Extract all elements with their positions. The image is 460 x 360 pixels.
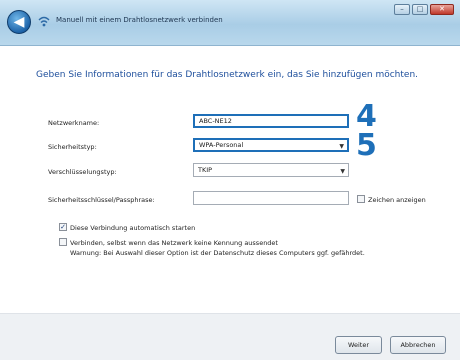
- security-type-value: WPA-Personal: [199, 141, 244, 149]
- dialog-footer: Weiter Abbrechen: [0, 313, 460, 360]
- network-name-input[interactable]: ABC-NE12: [193, 114, 349, 128]
- chevron-down-icon: ▼: [339, 143, 344, 150]
- wireless-network-icon: [38, 16, 50, 27]
- connect-hidden-checkbox[interactable]: [59, 238, 67, 246]
- window-title: Manuell mit einem Drahtlosnetzwerk verbi…: [56, 16, 223, 24]
- security-key-label: Sicherheitsschlüssel/Passphrase:: [48, 196, 155, 204]
- step-5-annotation: 5: [356, 128, 377, 163]
- title-bar: ◀ Manuell mit einem Drahtlosnetzwerk ver…: [0, 0, 460, 46]
- minimize-button[interactable]: –: [394, 4, 410, 15]
- auto-start-checkbox[interactable]: ✓: [59, 223, 67, 231]
- cancel-button[interactable]: Abbrechen: [390, 336, 446, 354]
- security-type-label: Sicherheitstyp:: [48, 143, 97, 151]
- connect-hidden-label: Verbinden, selbst wenn das Netzwerk kein…: [70, 239, 278, 247]
- network-name-value: ABC-NE12: [199, 117, 232, 125]
- dialog-content: Geben Sie Informationen für das Drahtlos…: [0, 47, 460, 313]
- show-chars-label: Zeichen anzeigen: [368, 196, 426, 204]
- next-button[interactable]: Weiter: [335, 336, 382, 354]
- encryption-type-label: Verschlüsselungstyp:: [48, 168, 117, 176]
- chevron-down-icon: ▼: [340, 168, 345, 175]
- back-button[interactable]: ◀: [7, 10, 31, 34]
- security-type-select[interactable]: WPA-Personal ▼: [193, 138, 349, 152]
- close-button[interactable]: ✕: [430, 4, 454, 15]
- show-chars-checkbox[interactable]: [357, 195, 365, 203]
- encryption-type-select[interactable]: TKIP ▼: [193, 163, 349, 177]
- encryption-type-value: TKIP: [198, 166, 213, 174]
- auto-start-label: Diese Verbindung automatisch starten: [70, 224, 196, 232]
- window-controls: – □ ✕: [394, 4, 454, 15]
- page-heading: Geben Sie Informationen für das Drahtlos…: [36, 70, 419, 80]
- connect-hidden-warning: Warnung: Bei Auswahl dieser Option ist d…: [70, 249, 365, 257]
- back-arrow-icon: ◀: [13, 14, 25, 30]
- network-name-label: Netzwerkname:: [48, 119, 100, 127]
- security-key-input[interactable]: [193, 191, 349, 205]
- maximize-button[interactable]: □: [412, 4, 428, 15]
